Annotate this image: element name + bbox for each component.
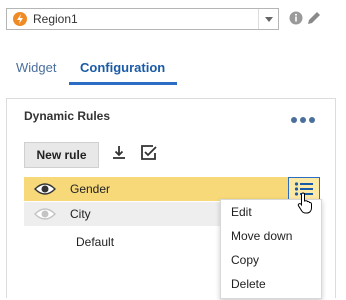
eye-icon[interactable] (34, 182, 56, 199)
menu-item-move-down[interactable]: Move down (221, 224, 321, 248)
panel-title: Dynamic Rules (24, 109, 111, 123)
rule-label: Default (76, 235, 115, 249)
tab-bar: Widget Configuration (0, 58, 346, 86)
hand-cursor-icon (297, 192, 315, 217)
download-icon[interactable] (111, 145, 127, 164)
rule-row-gender[interactable]: Gender (24, 177, 320, 201)
active-tab-indicator (69, 82, 177, 85)
new-rule-button[interactable]: New rule (24, 142, 99, 168)
chevron-down-icon[interactable] (258, 9, 278, 29)
checkbox-icon[interactable] (140, 144, 157, 164)
menu-item-delete[interactable]: Delete (221, 272, 321, 296)
more-options-icon[interactable] (291, 117, 315, 123)
tab-widget[interactable]: Widget (16, 60, 56, 75)
rule-label: Gender (70, 182, 111, 196)
tab-configuration[interactable]: Configuration (80, 60, 165, 75)
region-name: Region1 (33, 12, 78, 26)
menu-item-copy[interactable]: Copy (221, 248, 321, 272)
eye-icon[interactable] (34, 207, 56, 224)
lightning-icon (13, 12, 27, 26)
rule-label: City (70, 207, 91, 221)
info-icon[interactable] (289, 11, 303, 28)
region-select[interactable]: Region1 (6, 8, 279, 30)
pencil-icon[interactable] (306, 10, 322, 29)
